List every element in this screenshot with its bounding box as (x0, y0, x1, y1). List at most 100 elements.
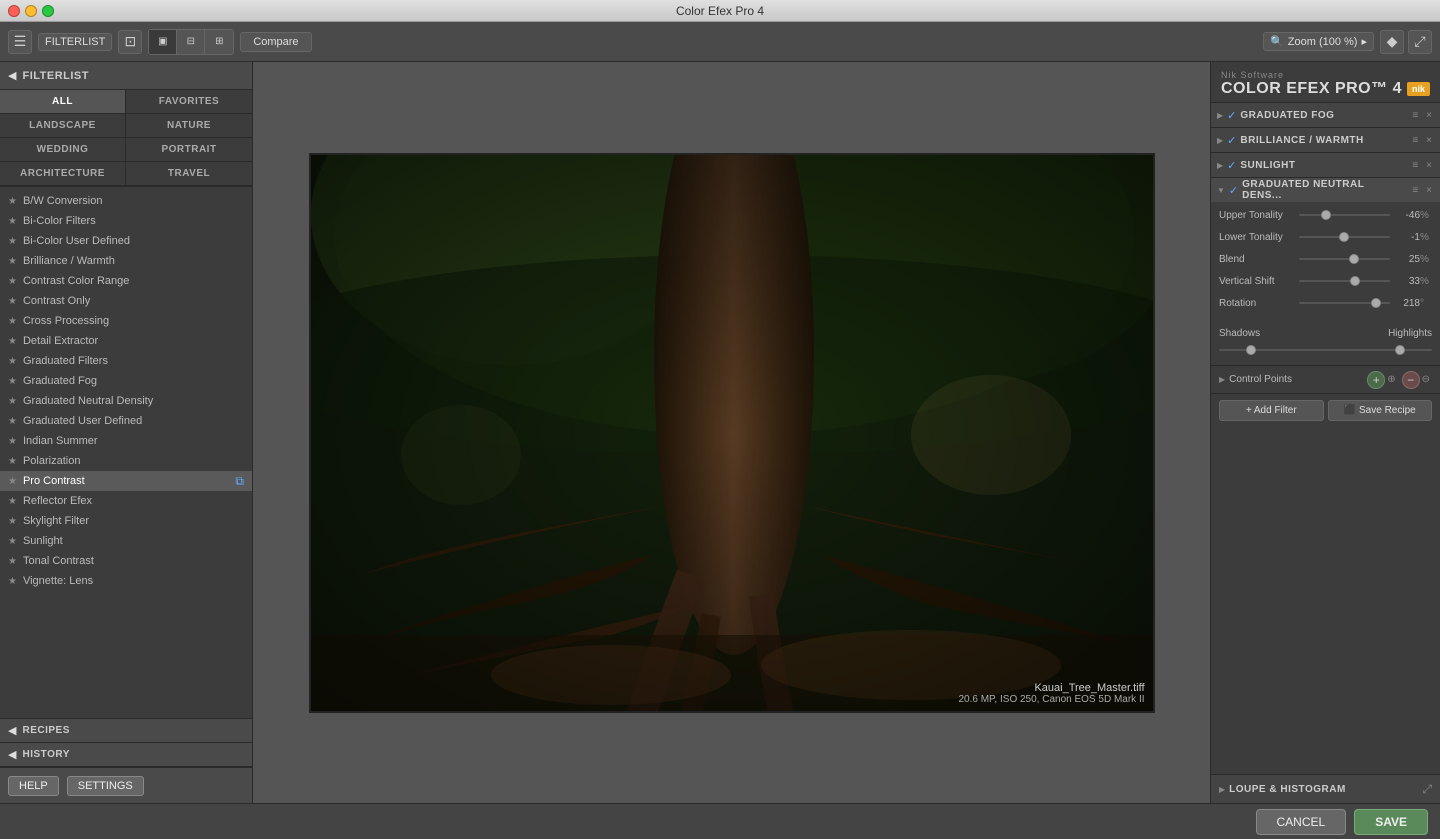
control-point-add-button[interactable]: + (1367, 371, 1385, 389)
shadows-thumb[interactable] (1246, 345, 1256, 355)
toolbar-extra-button[interactable]: ◆ (1380, 30, 1404, 54)
vertical-shift-row: Vertical Shift 33 % (1219, 274, 1432, 288)
loupe-expand-icon[interactable]: ⤢ (1422, 782, 1432, 797)
rotation-slider[interactable] (1299, 296, 1390, 310)
single-view-button[interactable]: ▣ (149, 30, 177, 54)
panel-graduated-fog: ▶ ✓ GRADUATED FOG ≡ × (1211, 103, 1440, 128)
help-button[interactable]: HELP (8, 776, 59, 796)
tab-landscape[interactable]: LANDSCAPE (0, 114, 126, 138)
compare-label: Compare (253, 36, 298, 48)
panel-brilliance-header[interactable]: ▶ ✓ BRILLIANCE / WARMTH ≡ × (1211, 128, 1440, 152)
filter-bicolor-filters[interactable]: ★ Bi-Color Filters (0, 211, 252, 231)
lower-tonality-row: Lower Tonality -1 % (1219, 230, 1432, 244)
fit-button[interactable]: ⊡ (118, 30, 142, 54)
slider-thumb[interactable] (1339, 232, 1349, 242)
filter-tonal-contrast[interactable]: ★ Tonal Contrast (0, 551, 252, 571)
tab-portrait[interactable]: PORTRAIT (126, 138, 252, 162)
filter-reflector[interactable]: ★ Reflector Efex (0, 491, 252, 511)
tab-wedding[interactable]: WEDDING (0, 138, 126, 162)
filter-polarization[interactable]: ★ Polarization (0, 451, 252, 471)
filterlist-button[interactable]: FILTERLIST (38, 33, 112, 51)
shadows-slider[interactable] (1219, 343, 1432, 357)
slider-thumb[interactable] (1371, 298, 1381, 308)
right-sidebar: Nik Software COLOR EFEX PRO™ 4 nik ▶ ✓ G… (1210, 62, 1440, 803)
filter-indian-summer[interactable]: ★ Indian Summer (0, 431, 252, 451)
panel-graduated-fog-header[interactable]: ▶ ✓ GRADUATED FOG ≡ × (1211, 103, 1440, 127)
star-icon: ★ (8, 316, 17, 327)
sidebar-toggle-button[interactable]: ☰ (8, 30, 32, 54)
slider-thumb[interactable] (1349, 254, 1359, 264)
panel-sunlight-header[interactable]: ▶ ✓ SUNLIGHT ≡ × (1211, 153, 1440, 177)
blend-label: Blend (1219, 254, 1299, 265)
filter-skylight[interactable]: ★ Skylight Filter (0, 511, 252, 531)
panel-close-icon[interactable]: × (1424, 160, 1434, 171)
main-image-svg (311, 155, 1155, 713)
save-recipe-button[interactable]: ⬛ Save Recipe (1328, 400, 1433, 421)
control-points-row: ▶ Control Points + ⊕ − ⊖ (1211, 366, 1440, 394)
tab-favorites[interactable]: FAVORITES (126, 90, 252, 114)
zoom-control[interactable]: 🔍 Zoom (100 %) ▸ (1263, 32, 1374, 51)
slider-thumb[interactable] (1321, 210, 1331, 220)
slider-track (1299, 258, 1390, 260)
dual-view-button[interactable]: ⊞ (205, 30, 233, 54)
filter-contrast-color[interactable]: ★ Contrast Color Range (0, 271, 252, 291)
highlights-thumb[interactable] (1395, 345, 1405, 355)
history-panel-header[interactable]: ◀ HISTORY (0, 743, 252, 767)
panel-settings-icon[interactable]: ≡ (1410, 185, 1420, 196)
panel-settings-icon[interactable]: ≡ (1410, 135, 1420, 146)
panel-close-icon[interactable]: × (1424, 110, 1434, 121)
upper-tonality-slider[interactable] (1299, 208, 1390, 222)
filter-vignette-lens[interactable]: ★ Vignette: Lens (0, 571, 252, 591)
save-button[interactable]: SAVE (1354, 809, 1428, 835)
tab-architecture[interactable]: ARCHITECTURE (0, 162, 126, 186)
tab-nature[interactable]: NATURE (126, 114, 252, 138)
panel-settings-icon[interactable]: ≡ (1410, 160, 1420, 171)
filter-graduated-user[interactable]: ★ Graduated User Defined (0, 411, 252, 431)
shadows-highlights-sliders (1211, 341, 1440, 365)
panel-gnd-header[interactable]: ▼ ✓ GRADUATED NEUTRAL DENS... ≡ × (1211, 178, 1440, 202)
compare-button[interactable]: Compare (240, 32, 311, 52)
filter-graduated-filters[interactable]: ★ Graduated Filters (0, 351, 252, 371)
panel-close-icon[interactable]: × (1424, 135, 1434, 146)
vertical-shift-slider[interactable] (1299, 274, 1390, 288)
control-point-remove-button[interactable]: − (1402, 371, 1420, 389)
lower-tonality-slider[interactable] (1299, 230, 1390, 244)
filter-brilliance[interactable]: ★ Brilliance / Warmth (0, 251, 252, 271)
blend-value: 25 (1390, 254, 1420, 265)
star-icon: ★ (8, 456, 17, 467)
tab-travel[interactable]: TRAVEL (126, 162, 252, 186)
filter-graduated-fog[interactable]: ★ Graduated Fog (0, 371, 252, 391)
shadows-label: Shadows (1219, 328, 1326, 339)
minimize-button[interactable] (25, 5, 37, 17)
bottom-bar: CANCEL SAVE (0, 803, 1440, 839)
recipes-panel-header[interactable]: ◀ RECIPES (0, 719, 252, 743)
filter-graduated-neutral[interactable]: ★ Graduated Neutral Density (0, 391, 252, 411)
blend-row: Blend 25 % (1219, 252, 1432, 266)
filter-detail-extractor[interactable]: ★ Detail Extractor (0, 331, 252, 351)
filter-sunlight[interactable]: ★ Sunlight (0, 531, 252, 551)
panel-actions: ≡ × (1410, 110, 1434, 121)
split-view-button[interactable]: ⊟ (177, 30, 205, 54)
maximize-button[interactable] (42, 5, 54, 17)
filter-bw-conversion[interactable]: ★ B/W Conversion (0, 191, 252, 211)
cancel-button[interactable]: CANCEL (1256, 809, 1347, 835)
panel-settings-icon[interactable]: ≡ (1410, 110, 1420, 121)
panel-check-icon: ✓ (1227, 134, 1236, 147)
add-filter-button[interactable]: + Add Filter (1219, 400, 1324, 421)
nik-product-name: COLOR EFEX PRO™ 4 (1221, 80, 1402, 98)
panel-check-icon: ✓ (1227, 109, 1236, 122)
filter-contrast-only[interactable]: ★ Contrast Only (0, 291, 252, 311)
fullscreen-button[interactable]: ⤢ (1408, 30, 1432, 54)
close-button[interactable] (8, 5, 20, 17)
blend-slider[interactable] (1299, 252, 1390, 266)
filter-bicolor-user[interactable]: ★ Bi-Color User Defined (0, 231, 252, 251)
settings-button[interactable]: SETTINGS (67, 776, 144, 796)
tab-all[interactable]: ALL (0, 90, 126, 114)
loupe-header[interactable]: ▶ LOUPE & HISTOGRAM ⤢ (1211, 775, 1440, 803)
filter-cross-processing[interactable]: ★ Cross Processing (0, 311, 252, 331)
panel-close-icon[interactable]: × (1424, 185, 1434, 196)
zoom-label: Zoom (100 %) (1288, 36, 1358, 48)
filter-pro-contrast[interactable]: ★ Pro Contrast ⧉ (0, 471, 252, 491)
bottom-buttons: HELP SETTINGS (0, 767, 252, 803)
slider-thumb[interactable] (1350, 276, 1360, 286)
